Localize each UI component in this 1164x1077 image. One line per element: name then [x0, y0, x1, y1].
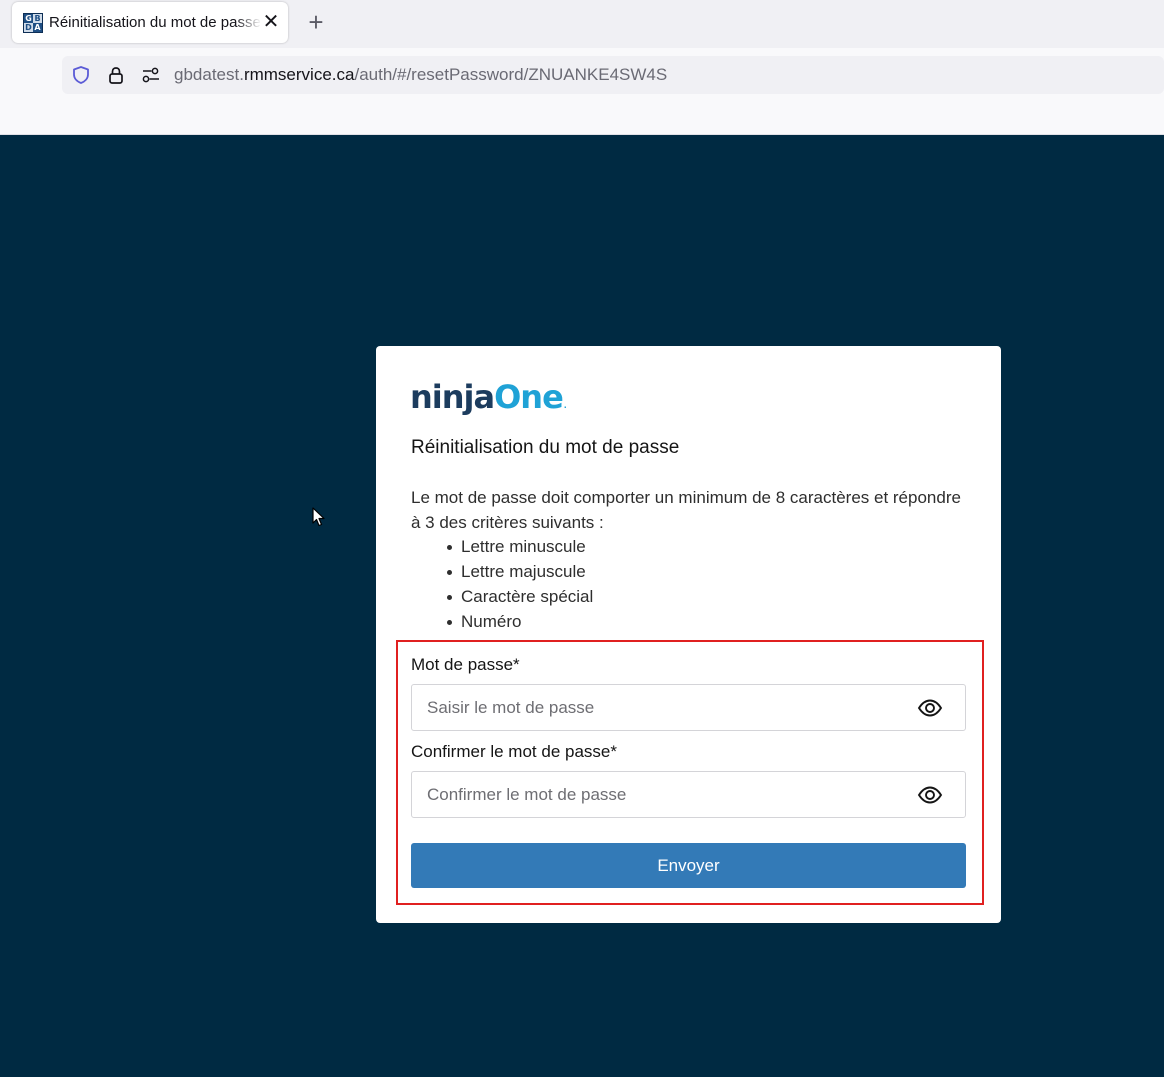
lock-icon[interactable]	[106, 65, 126, 85]
url-domain: rmmservice.ca	[243, 65, 355, 84]
address-bar[interactable]: gbdatest.rmmservice.ca/auth/#/resetPassw…	[62, 56, 1164, 94]
favicon-letter: A	[34, 23, 41, 32]
permissions-icon[interactable]	[140, 65, 162, 85]
password-label: Mot de passe*	[411, 655, 520, 674]
confirm-password-label: Confirmer le mot de passe*	[411, 742, 617, 761]
page-title: Réinitialisation du mot de passe	[411, 437, 680, 458]
list-item: Caractère spécial	[426, 584, 593, 609]
browser-tab[interactable]: G B D A Réinitialisation du mot de passe…	[12, 2, 288, 43]
password-input[interactable]	[412, 685, 912, 730]
confirm-password-input[interactable]	[412, 772, 912, 817]
favicon-letter: D	[24, 23, 33, 32]
list-item: Lettre majuscule	[426, 559, 593, 584]
tab-title: Réinitialisation du mot de passe	[49, 14, 261, 31]
submit-button[interactable]: Envoyer	[411, 843, 966, 888]
logo-one: One	[494, 378, 564, 416]
mouse-cursor-icon	[312, 507, 325, 527]
password-requirements-text: Le mot de passe doit comporter un minimu…	[411, 488, 961, 532]
criteria-list: Lettre minuscule Lettre majuscule Caract…	[426, 534, 593, 634]
site-favicon-icon: G B D A	[23, 13, 43, 33]
url-prefix: gbdatest.	[174, 65, 244, 84]
plus-icon[interactable]: +	[303, 9, 329, 36]
browser-nav-bar: gbdatest.rmmservice.ca/auth/#/resetPassw…	[0, 48, 1164, 135]
browser-tab-bar: G B D A Réinitialisation du mot de passe…	[0, 0, 1164, 48]
list-item: Lettre minuscule	[426, 534, 593, 559]
url-path: /auth/#/resetPassword/ZNUANKE4SW4S	[354, 65, 668, 84]
confirm-password-field-wrapper	[411, 771, 966, 818]
favicon-letter: B	[33, 14, 42, 23]
list-item: Numéro	[426, 609, 593, 634]
eye-icon[interactable]	[917, 783, 943, 807]
logo-mark: .	[563, 401, 567, 410]
eye-icon[interactable]	[917, 696, 943, 720]
shield-icon[interactable]	[71, 65, 91, 85]
reset-password-card: ninjaOne. Réinitialisation du mot de pas…	[376, 346, 1001, 923]
favicon-letter: G	[25, 14, 32, 23]
page-background: ninjaOne. Réinitialisation du mot de pas…	[0, 135, 1164, 1077]
ninjaone-logo: ninjaOne.	[410, 378, 567, 424]
url-text[interactable]: gbdatest.rmmservice.ca/auth/#/resetPassw…	[174, 65, 667, 85]
logo-ninja: ninja	[410, 378, 495, 416]
password-field-wrapper	[411, 684, 966, 731]
close-icon[interactable]: ✕	[261, 12, 281, 33]
